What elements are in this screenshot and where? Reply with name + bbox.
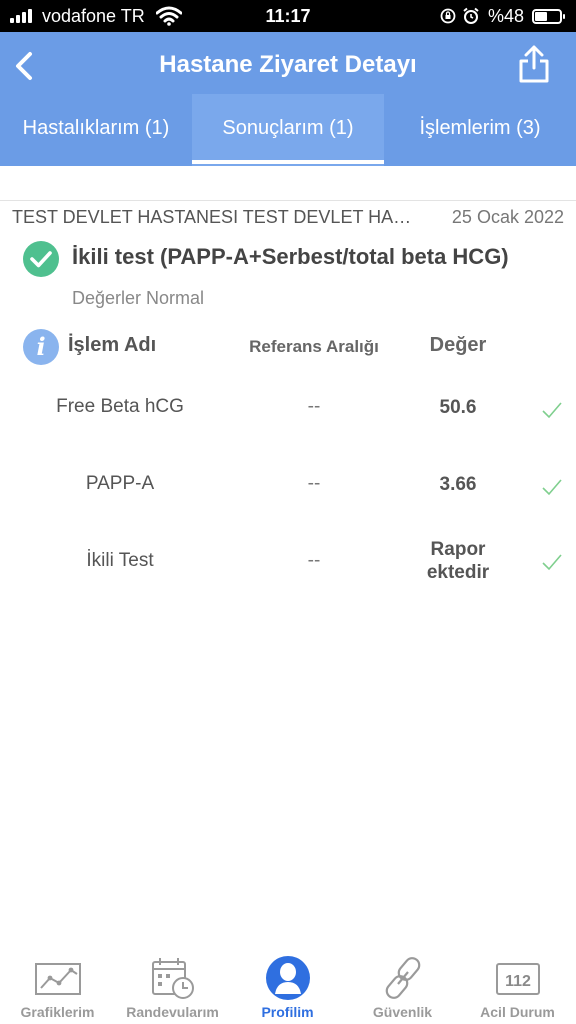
page-title: Hastane Ziyaret Detayı <box>159 51 417 78</box>
row-name: İkili Test <box>86 550 154 571</box>
battery-icon <box>532 9 565 24</box>
divider <box>0 200 576 201</box>
hospital-name: TEST DEVLET HASTANESI TEST DEVLET HASTAN… <box>12 207 422 227</box>
app-header: Hastane Ziyaret Detayı Hastalıklarım (1)… <box>0 32 576 166</box>
nav-label: Acil Durum <box>480 1004 555 1020</box>
status-bar: vodafone TR 11:17 %48 <box>0 0 576 32</box>
table-row: İkili Test -- Rapor ektedir <box>0 526 576 596</box>
link-icon <box>385 957 421 999</box>
tab-bar: Hastalıklarım (1) Sonuçlarım (1) İşlemle… <box>0 94 576 166</box>
nav-label: Randevularım <box>126 1004 219 1020</box>
share-icon[interactable] <box>516 44 552 84</box>
battery-percent: %48 <box>488 6 525 26</box>
tab-sonuclarim[interactable]: Sonuçlarım (1) <box>192 94 384 166</box>
row-reference: -- <box>307 550 321 571</box>
nav-profilim[interactable]: Profilim <box>230 944 345 1024</box>
check-icon <box>542 554 562 571</box>
profile-icon <box>266 956 310 1000</box>
emergency-number: 112 <box>505 973 531 990</box>
check-circle-icon <box>23 241 59 277</box>
test-title: İkili test (PAPP-A+Serbest/total beta HC… <box>72 244 509 269</box>
nav-label: Güvenlik <box>372 1004 433 1020</box>
column-header-value: Değer <box>429 334 487 356</box>
tab-islemlerim[interactable]: İşlemlerim (3) <box>384 94 576 166</box>
row-reference: -- <box>307 473 321 494</box>
result-status: Değerler Normal <box>72 288 205 308</box>
column-header-reference: Referans Aralığı <box>249 337 379 356</box>
active-tab-indicator <box>192 160 384 164</box>
rotation-lock-icon <box>440 8 456 24</box>
nav-label: Grafiklerim <box>20 1004 95 1020</box>
row-value: 3.66 <box>439 474 477 495</box>
nav-randevularim[interactable]: Randevularım <box>115 944 230 1024</box>
emergency-112-icon: 112 <box>496 963 540 995</box>
table-row: PAPP-A -- 3.66 <box>0 449 576 519</box>
bottom-nav: Grafiklerim Randevularım Profilim Güvenl… <box>0 944 576 1024</box>
nav-acil-durum[interactable]: 112 Acil Durum <box>460 944 575 1024</box>
nav-label: Profilim <box>261 1004 314 1020</box>
row-value-line: ektedir <box>426 562 490 583</box>
row-name: Free Beta hCG <box>56 396 184 417</box>
tab-hastaliklarim[interactable]: Hastalıklarım (1) <box>0 94 192 166</box>
table-row: Free Beta hCG -- 50.6 <box>0 372 576 442</box>
calendar-clock-icon <box>152 958 194 999</box>
row-value: 50.6 <box>439 397 477 418</box>
chart-icon <box>35 963 81 995</box>
nav-grafiklerim[interactable]: Grafiklerim <box>0 944 115 1024</box>
visit-date: 25 Ocak 2022 <box>451 207 564 227</box>
column-header-name: İşlem Adı <box>68 334 157 356</box>
nav-guvenlik[interactable]: Güvenlik <box>345 944 460 1024</box>
check-icon <box>542 479 562 496</box>
info-icon[interactable]: i <box>23 329 59 365</box>
row-value-line: Rapor <box>430 539 486 560</box>
row-name: PAPP-A <box>85 473 155 494</box>
check-icon <box>542 402 562 419</box>
row-reference: -- <box>307 396 321 417</box>
row-value: Rapor ektedir <box>398 538 518 584</box>
alarm-icon <box>463 7 479 24</box>
